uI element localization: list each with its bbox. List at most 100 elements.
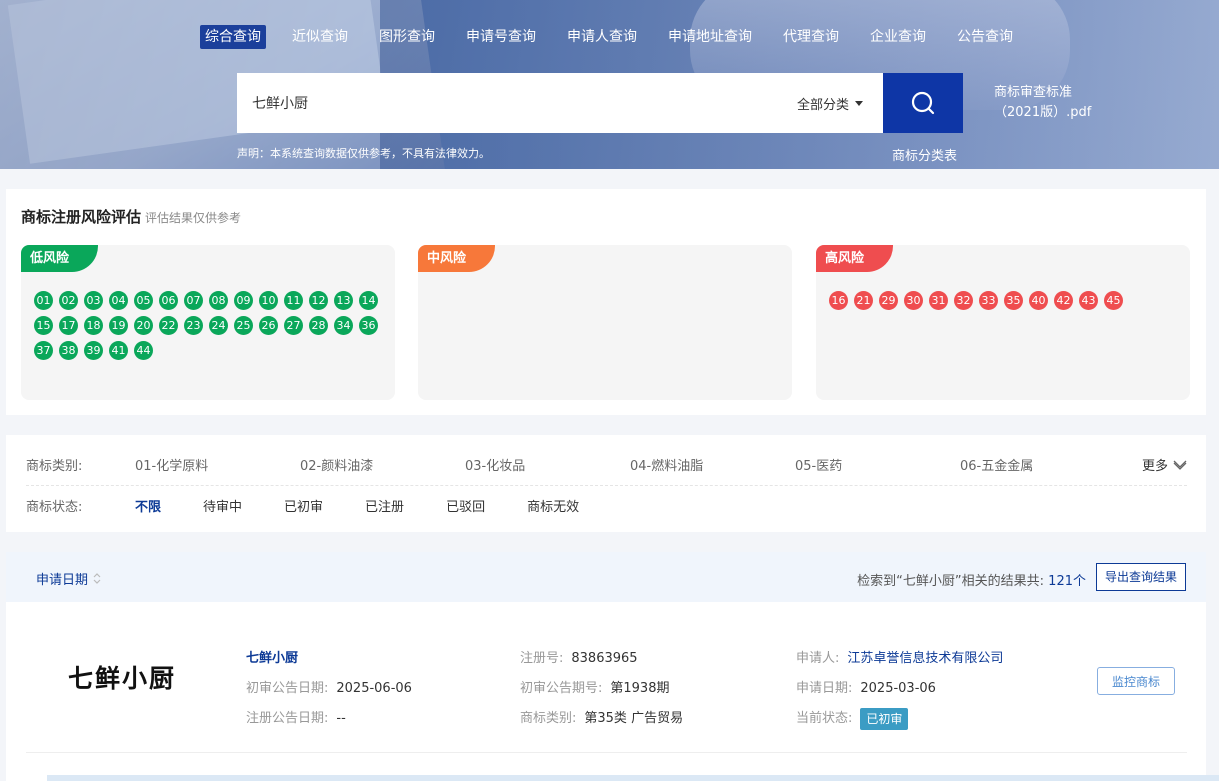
status-option[interactable]: 已初审 xyxy=(284,496,323,515)
low-risk-class-badge[interactable]: 10 xyxy=(259,291,278,310)
low-risk-tag: 低风险 xyxy=(21,245,98,272)
caret-down-icon xyxy=(855,100,863,106)
result-count: 检索到“七鲜小厨”相关的结果共: 121个 xyxy=(857,574,1086,589)
low-risk-class-badge[interactable]: 37 xyxy=(34,341,53,360)
nav-item-application-no[interactable]: 申请号查询 xyxy=(461,25,541,49)
high-risk-class-badge[interactable]: 29 xyxy=(879,291,898,310)
review-standard-pdf-link[interactable]: 商标审查标准 （2021版）.pdf xyxy=(994,83,1091,123)
search-box: 全部分类 xyxy=(237,73,883,133)
low-risk-card: 低风险 01 02 03 04 05 06 07 08 09 10 11 12 13 14 15 17 18 19… xyxy=(21,245,395,400)
low-risk-class-badge[interactable]: 06 xyxy=(159,291,178,310)
sort-by-date[interactable]: 申请日期 xyxy=(36,569,101,588)
nav-item-graphic[interactable]: 图形查询 xyxy=(374,25,440,49)
category-option[interactable]: 03-化妆品 xyxy=(465,455,630,474)
low-risk-class-badge[interactable]: 34 xyxy=(334,316,353,335)
high-risk-class-badge[interactable]: 21 xyxy=(854,291,873,310)
category-option[interactable]: 01-化学原料 xyxy=(135,455,300,474)
sort-icon xyxy=(93,573,101,584)
trademark-class: 第35类 广告贸易 xyxy=(584,711,684,726)
nav-item-similar[interactable]: 近似查询 xyxy=(287,25,353,49)
low-risk-class-badge[interactable]: 05 xyxy=(134,291,153,310)
category-option[interactable]: 02-颜料油漆 xyxy=(300,455,465,474)
nav-item-comprehensive[interactable]: 综合查询 xyxy=(200,25,266,49)
high-risk-class-badge[interactable]: 33 xyxy=(979,291,998,310)
risk-assessment-panel: 商标注册风险评估 评估结果仅供参考 低风险 01 02 03 04 05 06 07 08 09 1… xyxy=(6,189,1206,415)
low-risk-class-badge[interactable]: 28 xyxy=(309,316,328,335)
low-risk-class-badge[interactable]: 02 xyxy=(59,291,78,310)
nav-item-applicant[interactable]: 申请人查询 xyxy=(562,25,642,49)
class-table-link[interactable]: 商标分类表 xyxy=(892,145,957,164)
search-input[interactable] xyxy=(237,73,797,133)
status-option[interactable]: 不限 xyxy=(135,496,161,515)
low-risk-class-badge[interactable]: 13 xyxy=(334,291,353,310)
low-risk-class-badge[interactable]: 01 xyxy=(34,291,53,310)
nav-item-agent[interactable]: 代理查询 xyxy=(778,25,844,49)
low-risk-class-badge[interactable]: 08 xyxy=(209,291,228,310)
export-results-button[interactable]: 导出查询结果 xyxy=(1095,563,1186,591)
status-option[interactable]: 已驳回 xyxy=(446,496,485,515)
low-risk-class-badge[interactable]: 11 xyxy=(284,291,303,310)
monitor-trademark-button[interactable]: 监控商标 xyxy=(1097,667,1175,695)
low-risk-class-badge[interactable]: 07 xyxy=(184,291,203,310)
high-risk-class-badge[interactable]: 40 xyxy=(1029,291,1048,310)
low-risk-class-badge[interactable]: 39 xyxy=(84,341,103,360)
high-risk-class-badge[interactable]: 35 xyxy=(1004,291,1023,310)
status-filter-row: 商标状态: 不限 待审中 已初审 已注册 已驳回 商标无效 xyxy=(26,496,621,515)
category-filter-row: 商标类别: 01-化学原料 02-颜料油漆 03-化妆品 04-燃料油脂 05-… xyxy=(26,455,1187,474)
trademark-logo[interactable]: 七鲜小厨 xyxy=(68,659,176,695)
low-risk-class-badge[interactable]: 17 xyxy=(59,316,78,335)
status-option[interactable]: 待审中 xyxy=(203,496,242,515)
nav-item-announcement[interactable]: 公告查询 xyxy=(952,25,1018,49)
low-risk-classes: 01 02 03 04 05 06 07 08 09 10 11 12 13 14 15 17 18 19 20 22… xyxy=(34,291,386,360)
high-risk-tag: 高风险 xyxy=(816,245,893,272)
result-count-number: 121个 xyxy=(1048,574,1086,589)
category-option[interactable]: 06-五金金属 xyxy=(960,455,1125,474)
low-risk-class-badge[interactable]: 14 xyxy=(359,291,378,310)
low-risk-class-badge[interactable]: 03 xyxy=(84,291,103,310)
high-risk-class-badge[interactable]: 32 xyxy=(954,291,973,310)
low-risk-class-badge[interactable]: 41 xyxy=(109,341,128,360)
low-risk-class-badge[interactable]: 12 xyxy=(309,291,328,310)
hero-banner: 综合查询 近似查询 图形查询 申请号查询 申请人查询 申请地址查询 代理查询 企… xyxy=(0,0,1219,169)
high-risk-card: 高风险 16 21 29 30 31 32 33 35 40 42 43 45 xyxy=(816,245,1190,400)
category-select-label: 全部分类 xyxy=(796,97,849,113)
low-risk-class-badge[interactable]: 22 xyxy=(159,316,178,335)
more-categories-button[interactable]: 更多 xyxy=(1142,455,1187,474)
applicant-link[interactable]: 江苏卓誉信息技术有限公司 xyxy=(847,644,1003,674)
low-risk-class-badge[interactable]: 27 xyxy=(284,316,303,335)
low-risk-class-badge[interactable]: 26 xyxy=(259,316,278,335)
low-risk-class-badge[interactable]: 24 xyxy=(209,316,228,335)
low-risk-class-badge[interactable]: 09 xyxy=(234,291,253,310)
high-risk-class-badge[interactable]: 16 xyxy=(829,291,848,310)
status-option[interactable]: 已注册 xyxy=(365,496,404,515)
high-risk-class-badge[interactable]: 30 xyxy=(904,291,923,310)
low-risk-class-badge[interactable]: 36 xyxy=(359,316,378,335)
risk-title: 商标注册风险评估 评估结果仅供参考 xyxy=(21,208,242,226)
category-option[interactable]: 04-燃料油脂 xyxy=(630,455,795,474)
high-risk-class-badge[interactable]: 45 xyxy=(1104,291,1123,310)
search-button[interactable] xyxy=(883,73,963,133)
low-risk-class-badge[interactable]: 44 xyxy=(134,341,153,360)
low-risk-class-badge[interactable]: 19 xyxy=(109,316,128,335)
low-risk-class-badge[interactable]: 18 xyxy=(84,316,103,335)
low-risk-class-badge[interactable]: 04 xyxy=(109,291,128,310)
category-select[interactable]: 全部分类 xyxy=(797,94,883,113)
high-risk-class-badge[interactable]: 31 xyxy=(929,291,948,310)
low-risk-class-badge[interactable]: 20 xyxy=(134,316,153,335)
status-option[interactable]: 商标无效 xyxy=(527,496,579,515)
category-option[interactable]: 05-医药 xyxy=(795,455,960,474)
low-risk-class-badge[interactable]: 15 xyxy=(34,316,53,335)
risk-subtitle: 评估结果仅供参考 xyxy=(145,211,242,225)
high-risk-class-badge[interactable]: 42 xyxy=(1054,291,1073,310)
nav-item-address[interactable]: 申请地址查询 xyxy=(663,25,757,49)
low-risk-class-badge[interactable]: 25 xyxy=(234,316,253,335)
trademark-name[interactable]: 七鲜小厨 xyxy=(246,644,298,674)
high-risk-class-badge[interactable]: 43 xyxy=(1079,291,1098,310)
mid-risk-card: 中风险 xyxy=(418,245,792,400)
low-risk-class-badge[interactable]: 38 xyxy=(59,341,78,360)
low-risk-class-badge[interactable]: 23 xyxy=(184,316,203,335)
issue-no: 第1938期 xyxy=(610,681,670,696)
result-item: 七鲜小厨 七鲜小厨 初审公告日期: 2025-06-06 注册公告日期: -- 注册… xyxy=(6,602,1206,781)
mid-risk-tag: 中风险 xyxy=(418,245,495,272)
nav-item-enterprise[interactable]: 企业查询 xyxy=(865,25,931,49)
